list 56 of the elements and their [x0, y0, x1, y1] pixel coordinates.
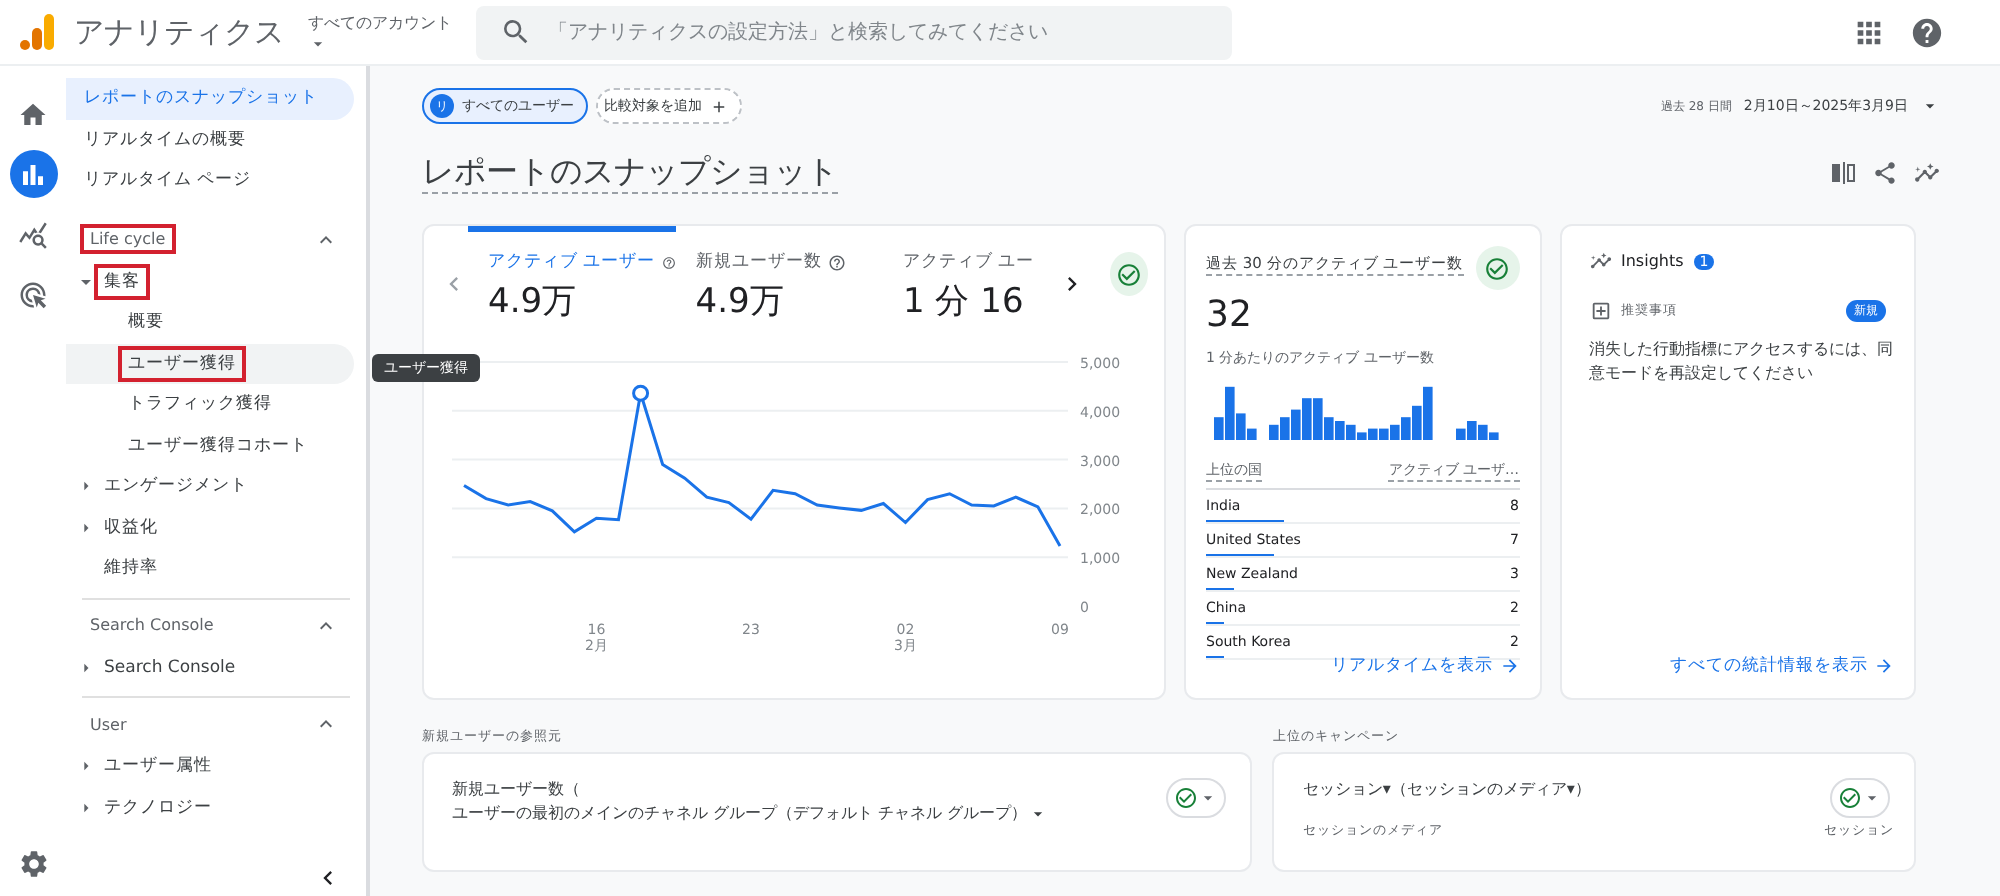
check-circle-icon — [1110, 252, 1148, 296]
nav-item[interactable]: 集客 — [66, 261, 354, 302]
check-circle-icon — [1475, 246, 1519, 290]
nav-item[interactable]: レポートのスナップショット — [66, 78, 354, 119]
account-selector[interactable]: すべてのアカウント — [308, 11, 476, 53]
help-icon — [827, 253, 846, 271]
analytics-logo-icon — [18, 12, 58, 52]
nav-item[interactable]: Search Console — [66, 647, 354, 688]
section-heading: Search Console — [88, 614, 216, 636]
metric-tab[interactable]: 新規ユーザー数 4.9万 — [675, 226, 883, 342]
status-dropdown-button[interactable] — [1830, 778, 1890, 818]
view-realtime-link[interactable]: リアルタイムを表示 — [1331, 654, 1519, 678]
section-heading: User — [88, 713, 129, 735]
nav-item[interactable]: リアルタイムの概要 — [66, 119, 354, 160]
nav-item[interactable]: ユーザー獲得コホート — [66, 425, 354, 466]
nav-item[interactable]: ユーザー獲得 — [66, 343, 354, 384]
insights-icon[interactable] — [1914, 159, 1940, 185]
arrow-right-icon — [1499, 656, 1519, 676]
section-heading: Life cycle — [84, 228, 172, 250]
nav-item[interactable]: 収益化 — [66, 507, 354, 548]
reports-nav-button[interactable] — [9, 150, 57, 198]
recommendation-icon — [1589, 300, 1611, 322]
card-title: セッション▾（セッションのメディア▾） — [1302, 778, 1591, 800]
realtime-count: 32 — [1206, 294, 1254, 336]
nav-item[interactable]: ユーザー属性 — [66, 746, 354, 787]
plus-icon — [710, 97, 728, 115]
nav-item[interactable]: 維持率 — [66, 548, 354, 589]
app-title: アナリティクス — [74, 13, 284, 51]
settings-icon[interactable] — [17, 848, 49, 880]
hover-point — [632, 384, 650, 402]
dimension-selector[interactable]: ユーザーの最初のメインのチャネル グループ（デフォルト チャネル グループ） — [452, 802, 1048, 824]
share-icon[interactable] — [1872, 159, 1898, 185]
insight-text: 消失した行動指標にアクセスするには、同意モードを再設定してください — [1589, 338, 1894, 386]
card-title: 新規ユーザー数（ — [452, 778, 580, 800]
metric-tab[interactable]: アクティブ ユー 1 分 16 — [883, 226, 1091, 342]
nav-item[interactable]: エンゲージメント — [66, 466, 354, 507]
view-all-insights-link[interactable]: すべての統計情報を表示 — [1670, 654, 1894, 678]
status-dropdown-button[interactable] — [1166, 778, 1227, 818]
compare-columns-icon[interactable] — [1830, 159, 1856, 185]
arrow-right-icon — [1874, 656, 1894, 676]
search-icon — [500, 15, 532, 47]
home-icon — [18, 99, 48, 129]
reports-icon — [18, 159, 48, 189]
insights-icon — [1589, 250, 1611, 272]
advertising-icon — [18, 279, 48, 309]
metric-tab[interactable]: アクティブ ユーザー 4.9万 — [468, 226, 676, 342]
nav-item[interactable]: テクノロジー — [66, 787, 354, 828]
explore-icon — [18, 219, 48, 249]
search-field[interactable]: 「アナリティクスの設定方法」と検索してみてください — [476, 5, 1232, 59]
page-title: レポートのスナップショット — [422, 151, 838, 193]
nav-item[interactable]: リアルタイム ページ — [66, 160, 354, 201]
nav-item[interactable]: トラフィック獲得 — [66, 384, 354, 425]
card-title: Insights — [1621, 252, 1684, 270]
help-icon[interactable] — [1910, 15, 1944, 49]
help-icon — [661, 253, 676, 271]
nav-item[interactable]: 概要 — [66, 302, 354, 343]
